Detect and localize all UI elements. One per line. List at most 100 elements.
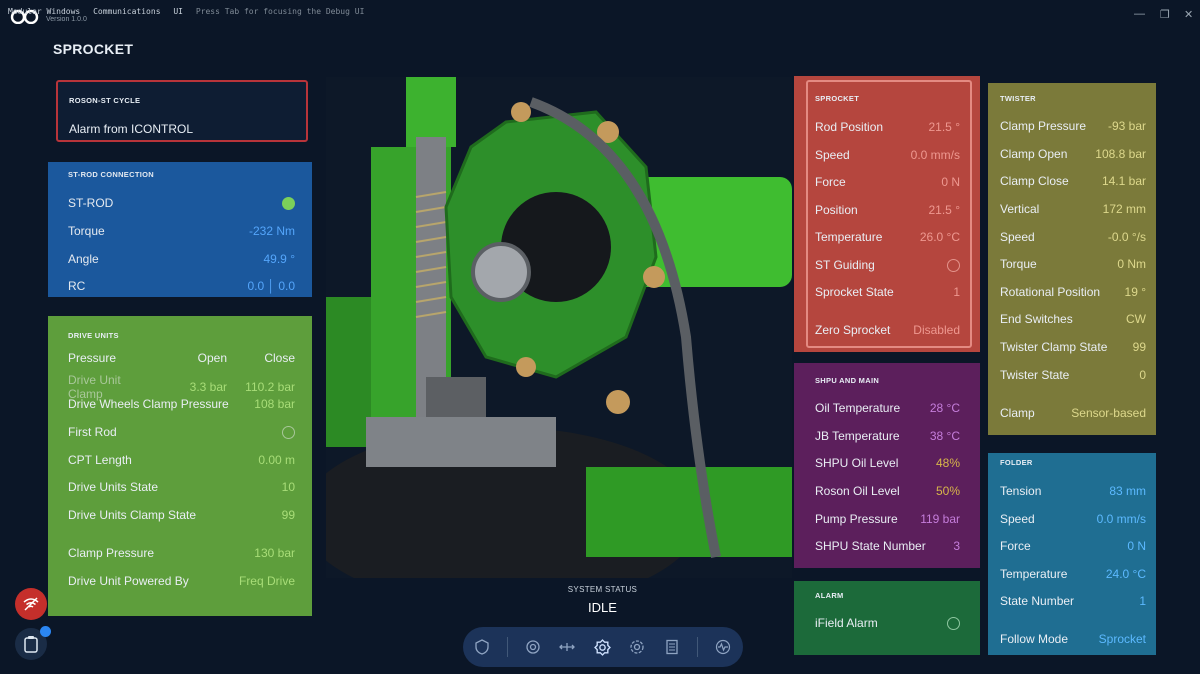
row-label: Rotational Position bbox=[1000, 285, 1101, 299]
row-label: Speed bbox=[815, 148, 850, 162]
shpu-state-number-row: SHPU State Number 3 bbox=[794, 539, 980, 553]
row-label: Roson Oil Level bbox=[815, 484, 900, 498]
waveform-icon[interactable] bbox=[713, 637, 733, 657]
panel-title: ALARM bbox=[815, 591, 844, 600]
speed-row: Speed 0.0 mm/s bbox=[794, 148, 980, 162]
twister-panel: TWISTER Clamp Pressure -93 bar Clamp Ope… bbox=[988, 83, 1156, 435]
toolbar-separator bbox=[507, 637, 508, 657]
panel-title: SPROCKET bbox=[815, 94, 860, 103]
clamp-mode-toggle[interactable]: Sensor-based bbox=[1071, 406, 1146, 420]
row-label: Follow Mode bbox=[1000, 632, 1069, 646]
row-label: Pump Pressure bbox=[815, 512, 898, 526]
row-label: Clamp bbox=[1000, 406, 1035, 420]
follow-mode-toggle[interactable]: Sprocket bbox=[1099, 632, 1146, 646]
row-value: 0.0 │ 0.0 bbox=[247, 279, 295, 293]
temperature-row: Temperature 24.0 °C bbox=[988, 567, 1156, 581]
torque-row: Torque -232 Nm bbox=[48, 224, 312, 238]
zero-sprocket-toggle[interactable]: Disabled bbox=[913, 323, 960, 337]
row-value: 108.8 bar bbox=[1095, 147, 1146, 161]
system-status: SYSTEM STATUS IDLE bbox=[540, 585, 665, 615]
row-label: Position bbox=[815, 203, 858, 217]
clamp-pressure-row: Clamp Pressure -93 bar bbox=[988, 119, 1156, 133]
row-value: 83 mm bbox=[1109, 484, 1146, 498]
row-label: SHPU State Number bbox=[815, 539, 926, 553]
force-row: Force 0 N bbox=[794, 175, 980, 189]
row-label: Clamp Pressure bbox=[1000, 119, 1087, 133]
move-icon[interactable] bbox=[557, 637, 577, 657]
row-label: RC bbox=[68, 279, 86, 293]
panel-title: ST-ROD CONNECTION bbox=[68, 170, 154, 179]
row-value: 172 mm bbox=[1102, 202, 1146, 216]
machine-3d-view[interactable] bbox=[326, 77, 792, 578]
row-value: 3 bbox=[953, 539, 960, 553]
close-icon[interactable]: ✕ bbox=[1184, 8, 1193, 21]
row-value: 0.0 mm/s bbox=[1096, 512, 1146, 526]
wifi-off-icon bbox=[23, 597, 39, 611]
zero-sprocket-row[interactable]: Zero Sprocket Disabled bbox=[794, 323, 980, 337]
clamp-mode-row[interactable]: Clamp Sensor-based bbox=[988, 406, 1156, 420]
roson-oil-level-row: Roson Oil Level 50% bbox=[794, 484, 980, 498]
cylinder-lower-shape bbox=[586, 467, 792, 557]
connection-alert-button[interactable] bbox=[15, 588, 47, 620]
drive-units-panel: DRIVE UNITS Pressure Open Close Drive Un… bbox=[48, 316, 312, 616]
temperature-row: Temperature 26.0 °C bbox=[794, 230, 980, 244]
row-label: Pressure bbox=[68, 351, 117, 365]
torque-row: Torque 0 Nm bbox=[988, 257, 1156, 271]
clipboard-icon bbox=[24, 636, 38, 653]
st-guiding-row: ST Guiding bbox=[794, 258, 980, 272]
row-value: 24.0 °C bbox=[1105, 567, 1146, 581]
state-number-row: State Number 1 bbox=[988, 594, 1156, 608]
row-value: 19 ° bbox=[1124, 285, 1146, 299]
pressure-header-row: Pressure Open Close bbox=[48, 351, 312, 365]
row-value: 0 Nm bbox=[1117, 257, 1146, 271]
tension-row: Tension 83 mm bbox=[988, 484, 1156, 498]
row-label: Clamp Close bbox=[1000, 174, 1069, 188]
menu-item-communications[interactable]: Communications bbox=[93, 7, 160, 16]
list-icon[interactable] bbox=[662, 637, 682, 657]
cpt-length-row: CPT Length 0.00 m bbox=[48, 453, 312, 467]
lower-shaft-shape bbox=[366, 417, 556, 467]
row-value: 108 bar bbox=[254, 397, 295, 411]
open-value: 3.3 bar bbox=[189, 380, 227, 394]
sprocket-state-row: Sprocket State 1 bbox=[794, 285, 980, 299]
open-header: Open bbox=[197, 351, 227, 365]
row-value: 99 bbox=[1132, 340, 1146, 354]
gear-active-icon[interactable] bbox=[592, 637, 612, 657]
maximize-icon[interactable]: ❐ bbox=[1160, 8, 1170, 21]
row-label: ST Guiding bbox=[815, 258, 875, 272]
twister-state-row: Twister State 0 bbox=[988, 368, 1156, 382]
status-indicator-icon bbox=[947, 616, 960, 630]
angle-row: Angle 49.9 ° bbox=[48, 252, 312, 266]
row-label: Drive Units State bbox=[68, 480, 159, 494]
row-value: 50% bbox=[935, 484, 960, 498]
menu-item-ui[interactable]: UI bbox=[173, 7, 183, 16]
frame-top-shape bbox=[406, 77, 456, 147]
shpu-oil-level-row: SHPU Oil Level 48% bbox=[794, 456, 980, 470]
row-value: 21.5 ° bbox=[928, 120, 961, 134]
row-label: Rod Position bbox=[815, 120, 884, 134]
follow-mode-row[interactable]: Follow Mode Sprocket bbox=[988, 632, 1156, 646]
st-rod-row: ST-ROD bbox=[48, 196, 312, 210]
debug-menu: Modular Windows Communications UI Press … bbox=[8, 7, 372, 16]
panel-title: ROSON-ST CYCLE bbox=[69, 96, 141, 105]
target-icon[interactable] bbox=[523, 637, 543, 657]
row-value: 0 N bbox=[941, 175, 960, 189]
minimize-icon[interactable]: — bbox=[1134, 8, 1145, 20]
speed-row: Speed 0.0 mm/s bbox=[988, 512, 1156, 526]
row-value: 14.1 bar bbox=[1101, 174, 1146, 188]
row-value: 26.0 °C bbox=[919, 230, 960, 244]
menu-item-modular-windows[interactable]: Modular Windows bbox=[8, 7, 80, 16]
gearbox-shape bbox=[426, 377, 486, 417]
row-label: Angle bbox=[68, 252, 99, 266]
bottom-toolbar bbox=[463, 627, 743, 667]
row-label: iField Alarm bbox=[815, 616, 878, 630]
cog-icon[interactable] bbox=[627, 637, 647, 657]
row-label: Twister State bbox=[1000, 368, 1070, 382]
row-value: 48% bbox=[935, 456, 960, 470]
first-rod-row: First Rod bbox=[48, 425, 312, 439]
shield-icon[interactable] bbox=[472, 637, 492, 657]
row-label: Tension bbox=[1000, 484, 1042, 498]
row-label: Sprocket State bbox=[815, 285, 894, 299]
cycle-message: Alarm from ICONTROL bbox=[69, 122, 194, 136]
row-label: Speed bbox=[1000, 512, 1035, 526]
